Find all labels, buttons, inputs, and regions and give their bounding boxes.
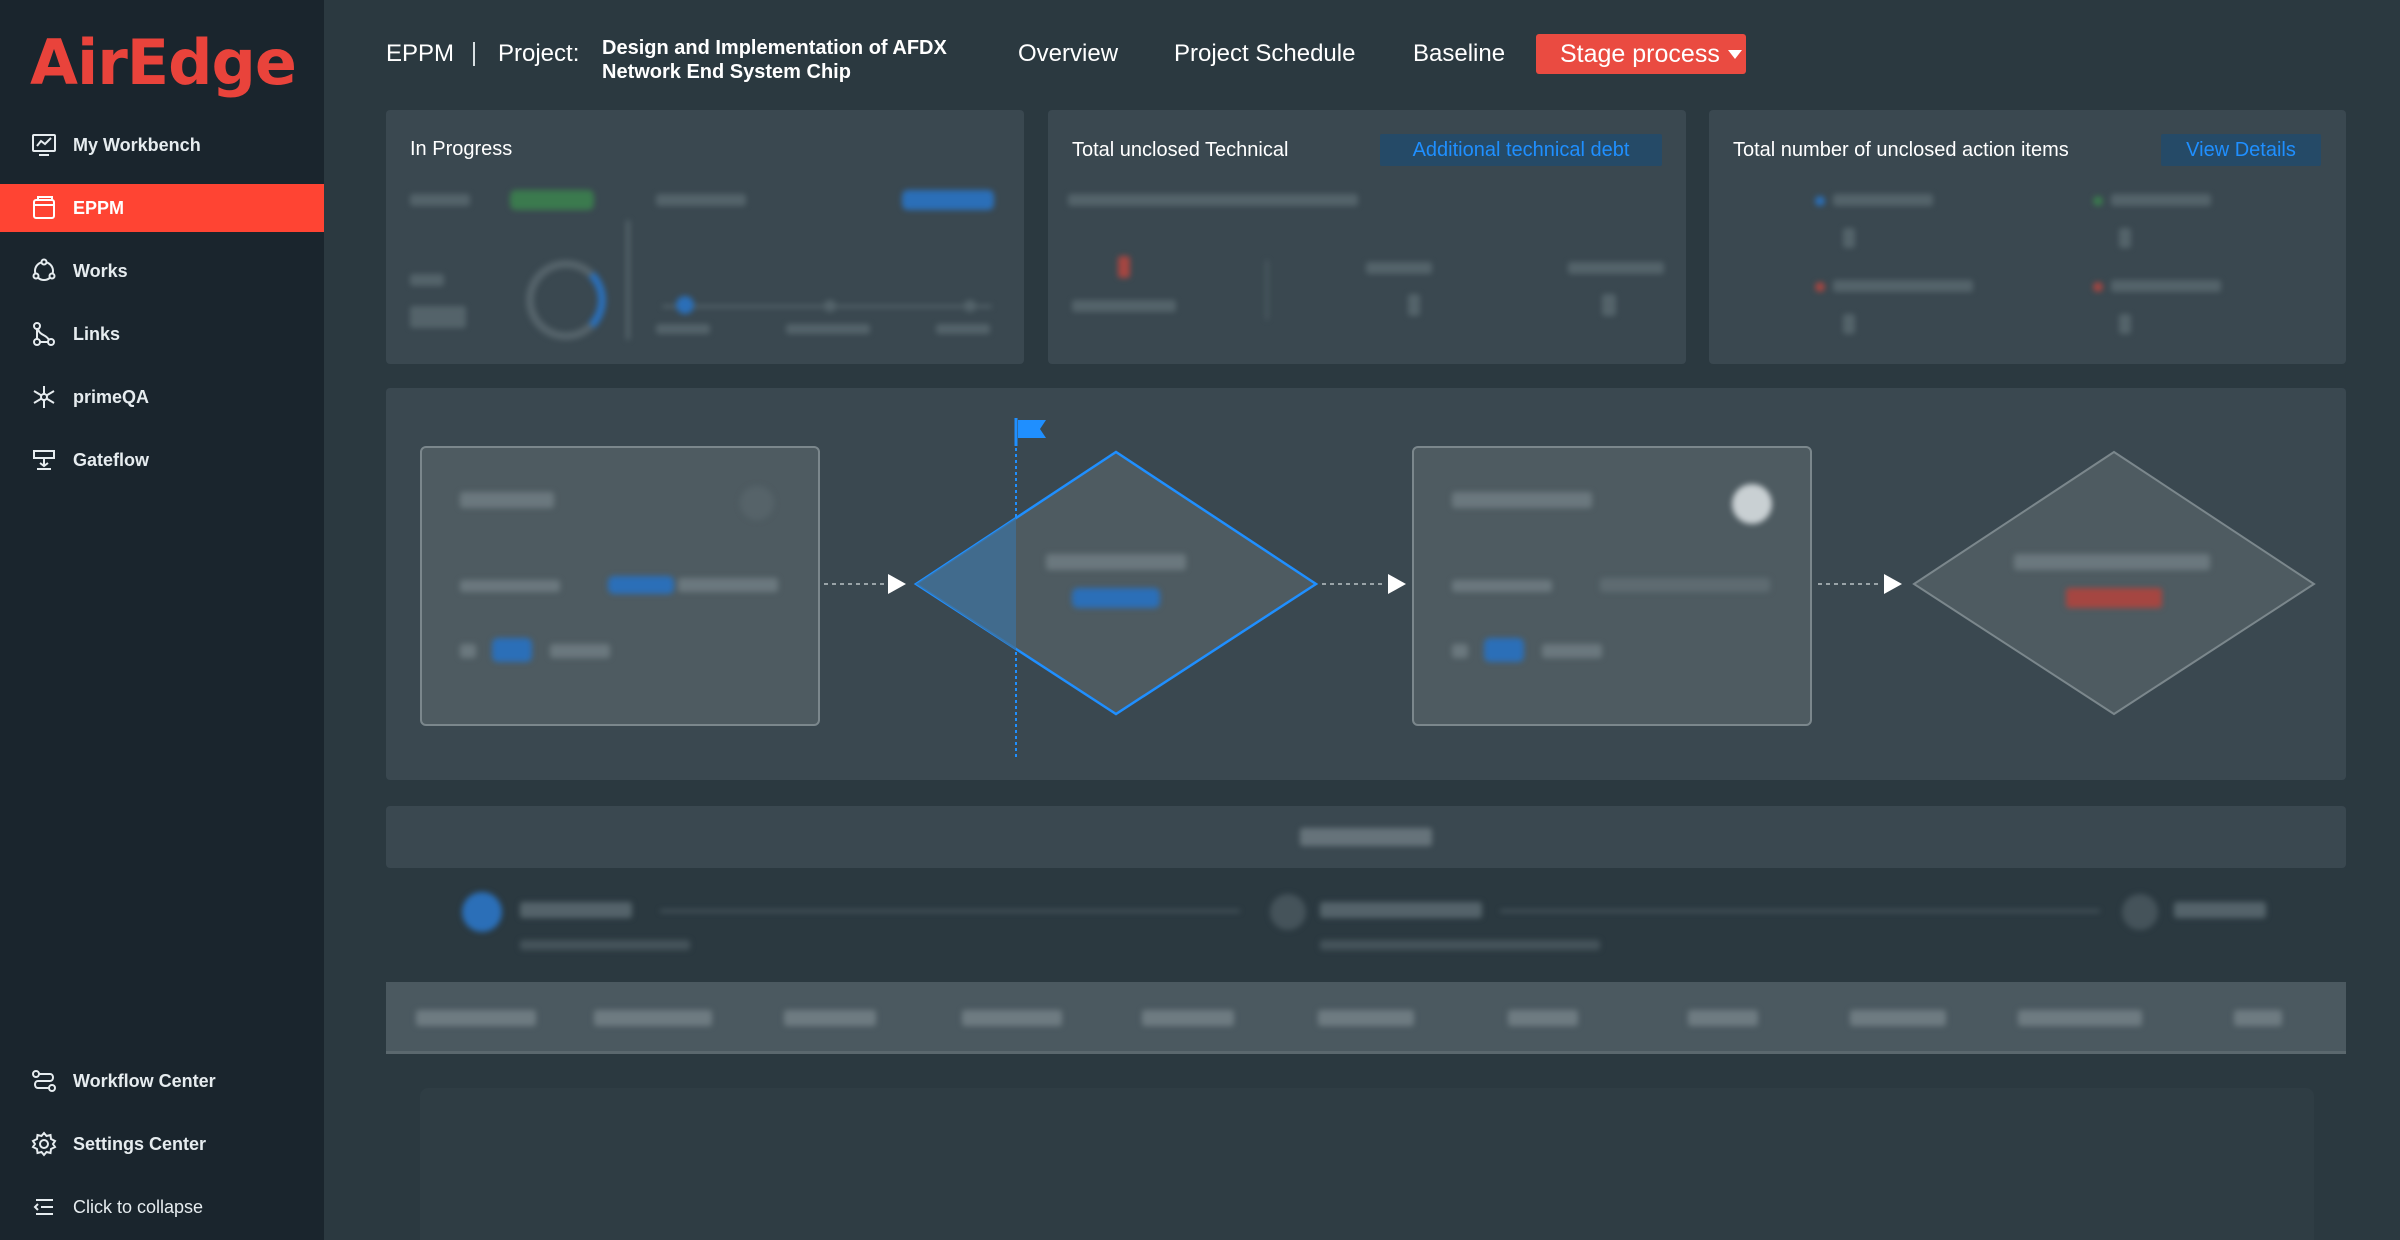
technical-debt-card: Total unclosed Technical Additional tech… (1048, 110, 1686, 364)
sidebar-item-label: EPPM (73, 197, 125, 218)
sidebar-item-links[interactable]: Links (0, 310, 324, 358)
tab-baseline[interactable]: Baseline (1413, 40, 1505, 68)
card-title-actions: Total number of unclosed action items (1733, 139, 2069, 161)
sidebar-item-label: Works (73, 260, 128, 281)
stage-process-dropdown[interactable]: Stage process (1536, 34, 1746, 74)
caret-down-icon (1727, 49, 1742, 59)
card-title-in-progress: In Progress (410, 138, 513, 160)
arrow-right-icon (888, 574, 906, 594)
tab-overview[interactable]: Overview (1018, 40, 1118, 68)
action-items-card: Total number of unclosed action items Vi… (1709, 110, 2346, 364)
network-circle-icon (32, 258, 56, 281)
sidebar-item-label: Workflow Center (73, 1070, 216, 1091)
window-icon (33, 196, 55, 219)
sidebar-item-label: Links (73, 323, 121, 344)
project-label: Project: (498, 40, 580, 67)
sidebar-item-works[interactable]: Works (0, 247, 324, 295)
view-details-button[interactable]: View Details (2161, 134, 2321, 166)
section-header-band (386, 806, 2346, 868)
sidebar: AirEdge My Workbench EPPM Works Links pr… (0, 0, 324, 1240)
additional-technical-debt-button[interactable]: Additional technical debt (1380, 134, 1662, 166)
arrow-right-icon (1884, 574, 1902, 594)
tab-project-schedule[interactable]: Project Schedule (1174, 40, 1355, 68)
links-icon (33, 322, 55, 346)
flag-icon (1018, 420, 1046, 438)
header-divider (473, 42, 475, 66)
sidebar-item-eppm[interactable]: EPPM (0, 184, 324, 232)
sidebar-item-label: My Workbench (73, 134, 201, 155)
sidebar-item-workflow-center[interactable]: Workflow Center (0, 1057, 324, 1105)
asterisk-nodes-icon (33, 386, 55, 408)
monitor-chart-icon (32, 134, 56, 156)
collapse-list-icon (33, 1199, 53, 1215)
sidebar-item-label: primeQA (73, 386, 150, 407)
gear-icon (31, 1131, 57, 1157)
sidebar-item-gateflow[interactable]: Gateflow (0, 436, 324, 484)
workflow-icon (32, 1070, 56, 1092)
flow-gate-diamond-2 (1912, 450, 2316, 716)
card-title-technical: Total unclosed Technical (1072, 139, 1289, 161)
sidebar-item-label: Gateflow (73, 449, 150, 470)
gate-icon (33, 450, 55, 470)
arrow-right-icon (1388, 574, 1406, 594)
sidebar-item-settings-center[interactable]: Settings Center (0, 1120, 324, 1168)
stage-flow-panel (386, 388, 2346, 780)
stage-process-label: Stage process (1560, 39, 1720, 68)
module-title: EPPM (386, 40, 455, 67)
in-progress-card: In Progress (386, 110, 1024, 364)
project-title: Design and Implementation of AFDX Networ… (602, 37, 947, 83)
table-header (386, 982, 2346, 1054)
collapse-sidebar-button[interactable]: Click to collapse (0, 1183, 324, 1231)
flow-connectors (824, 418, 2316, 758)
sidebar-item-primeqa[interactable]: primeQA (0, 373, 324, 421)
table-body (420, 1088, 2314, 1240)
airedge-logo: AirEdge (30, 26, 297, 99)
sidebar-item-label: Settings Center (73, 1133, 207, 1154)
collapse-label: Click to collapse (73, 1196, 204, 1217)
sidebar-item-my-workbench[interactable]: My Workbench (0, 121, 324, 169)
